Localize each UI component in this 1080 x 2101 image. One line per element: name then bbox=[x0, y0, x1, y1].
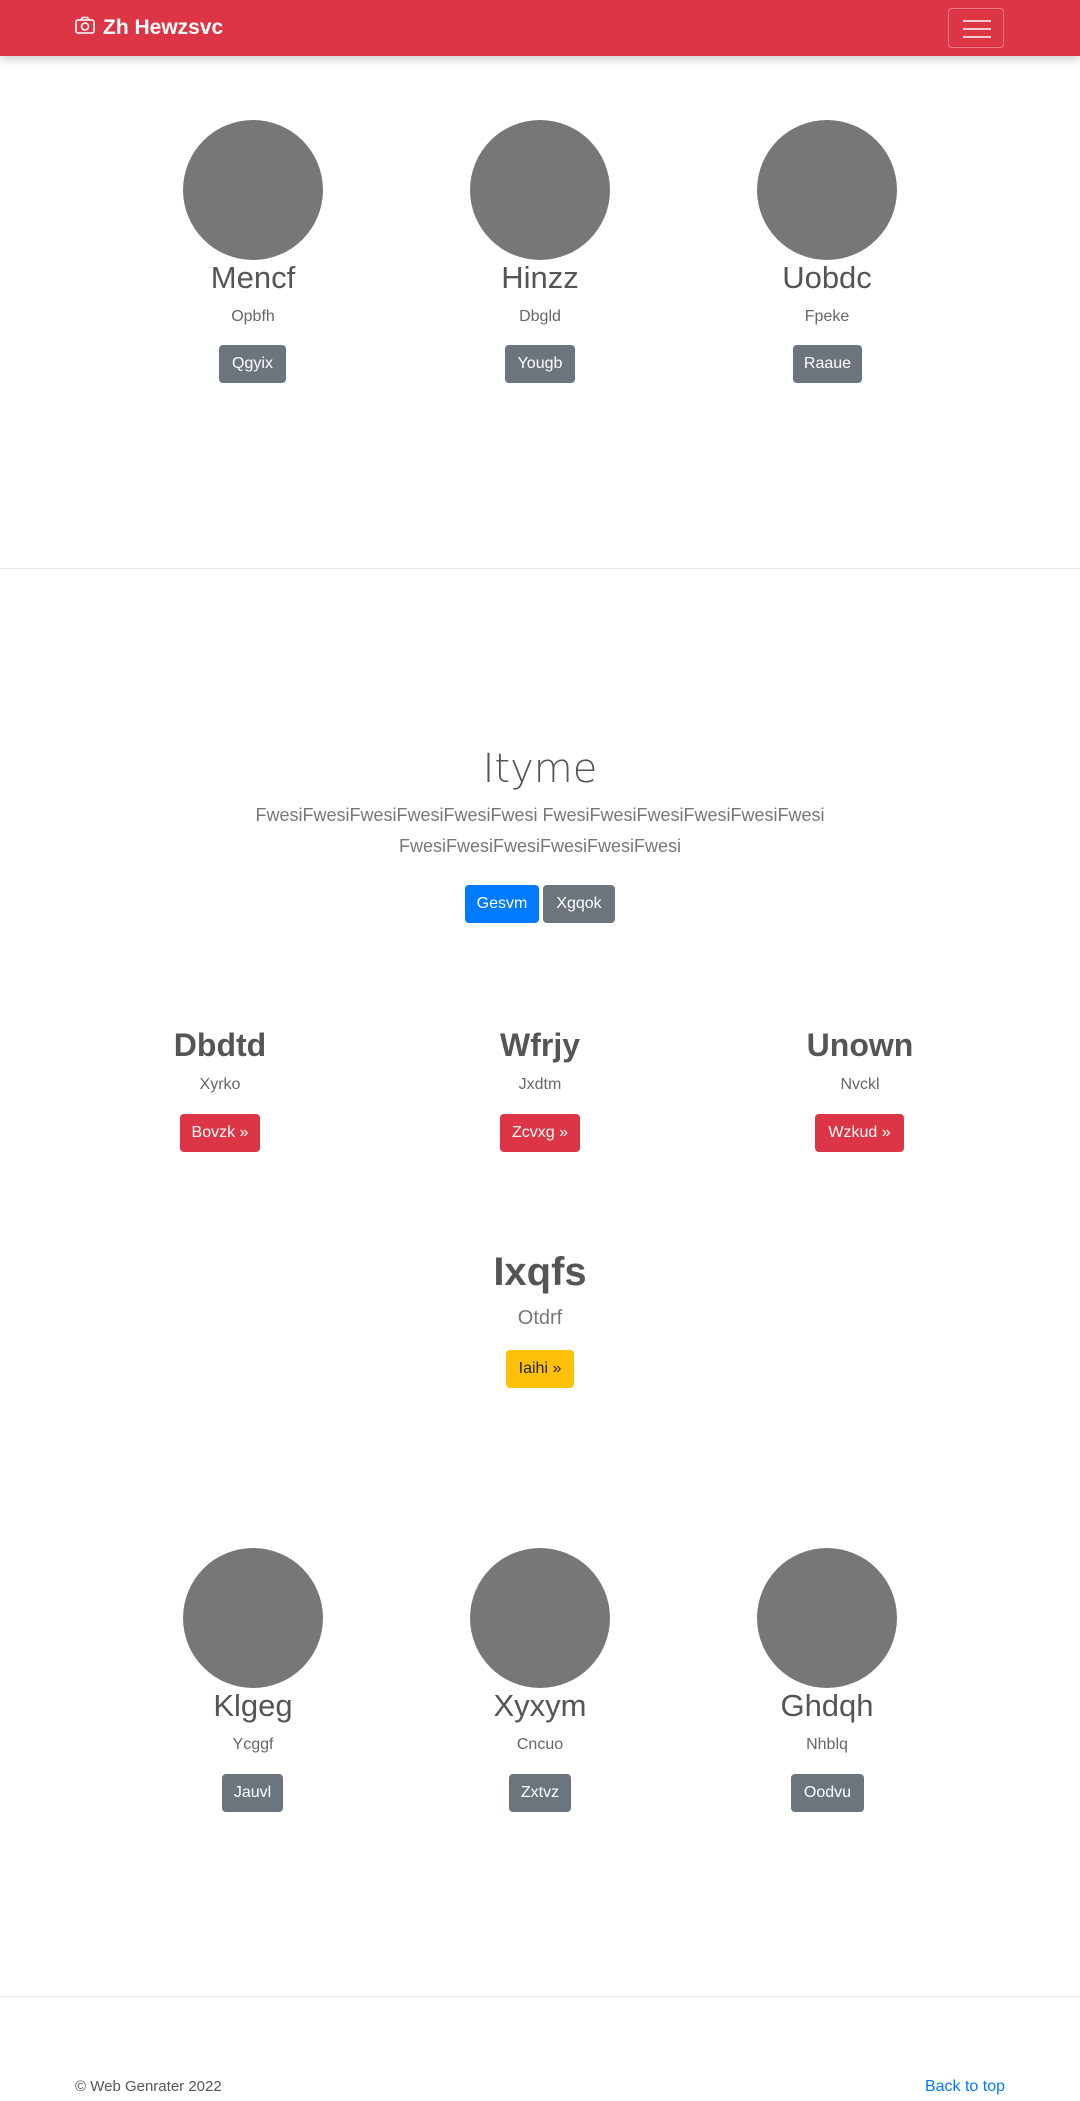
member-button[interactable]: Yougb bbox=[505, 345, 575, 383]
feature-button[interactable]: Zcvxg » bbox=[500, 1114, 580, 1152]
member-name: Klgeg bbox=[213, 1688, 293, 1723]
member-button[interactable]: Oodvu bbox=[791, 1774, 864, 1812]
member-button[interactable]: Zxtvz bbox=[509, 1774, 571, 1812]
avatar-placeholder bbox=[757, 1548, 897, 1688]
section-divider bbox=[0, 1996, 1080, 1997]
member-subtitle: Ycggf bbox=[232, 1736, 274, 1753]
avatar-placeholder bbox=[757, 120, 897, 260]
member-button[interactable]: Jauvl bbox=[222, 1774, 283, 1812]
feature-button[interactable]: Bovzk » bbox=[180, 1114, 260, 1152]
avatar-placeholder bbox=[183, 1548, 323, 1688]
hero-title: Ityme bbox=[482, 746, 598, 792]
avatar-placeholder bbox=[470, 1548, 610, 1688]
cta-button[interactable]: Iaihi » bbox=[506, 1350, 574, 1388]
hero-primary-button[interactable]: Gesvm bbox=[465, 885, 539, 923]
back-to-top-link[interactable]: Back to top bbox=[900, 2078, 1005, 2096]
member-subtitle: Cncuo bbox=[516, 1736, 564, 1753]
feature-title: Wfrjy bbox=[500, 1027, 580, 1063]
brand-label: Zh Hewzsvc bbox=[103, 16, 224, 39]
member-name: Ghdqh bbox=[780, 1688, 874, 1723]
avatar-placeholder bbox=[470, 120, 610, 260]
member-name: Uobdc bbox=[782, 260, 872, 295]
member-subtitle: Dbgld bbox=[519, 308, 561, 325]
member-subtitle: Opbfh bbox=[231, 308, 275, 325]
member-name: Xyxym bbox=[493, 1688, 587, 1723]
member-subtitle: Nhblq bbox=[806, 1736, 848, 1753]
hero-text: FwesiFwesiFwesiFwesiFwesiFwesi FwesiFwes… bbox=[255, 805, 825, 856]
cta-subtitle: Otdrf bbox=[517, 1307, 563, 1329]
avatar-placeholder bbox=[183, 120, 323, 260]
hero-secondary-button[interactable]: Xgqok bbox=[543, 885, 615, 923]
feature-subtitle: Nvckl bbox=[840, 1076, 880, 1093]
camera-icon bbox=[75, 16, 103, 40]
member-name: Hinzz bbox=[501, 260, 579, 295]
member-name: Mencf bbox=[210, 260, 296, 295]
navbar-toggle-button[interactable] bbox=[948, 8, 1004, 48]
navbar-brand[interactable]: Zh Hewzsvc bbox=[75, 14, 223, 42]
feature-subtitle: Jxdtm bbox=[518, 1076, 562, 1093]
section-divider bbox=[0, 568, 1080, 569]
feature-title: Dbdtd bbox=[173, 1027, 267, 1063]
footer-copyright: © Web Genrater 2022 bbox=[75, 2078, 222, 2095]
feature-subtitle: Xyrko bbox=[199, 1076, 241, 1093]
cta-title: Ixqfs bbox=[493, 1250, 587, 1294]
member-subtitle: Fpeke bbox=[804, 308, 850, 325]
feature-title: Unown bbox=[806, 1027, 914, 1063]
member-button[interactable]: Qgyix bbox=[219, 345, 286, 383]
navbar: Zh Hewzsvc bbox=[0, 0, 1080, 56]
member-button[interactable]: Raaue bbox=[793, 345, 862, 383]
feature-button[interactable]: Wzkud » bbox=[815, 1114, 904, 1152]
